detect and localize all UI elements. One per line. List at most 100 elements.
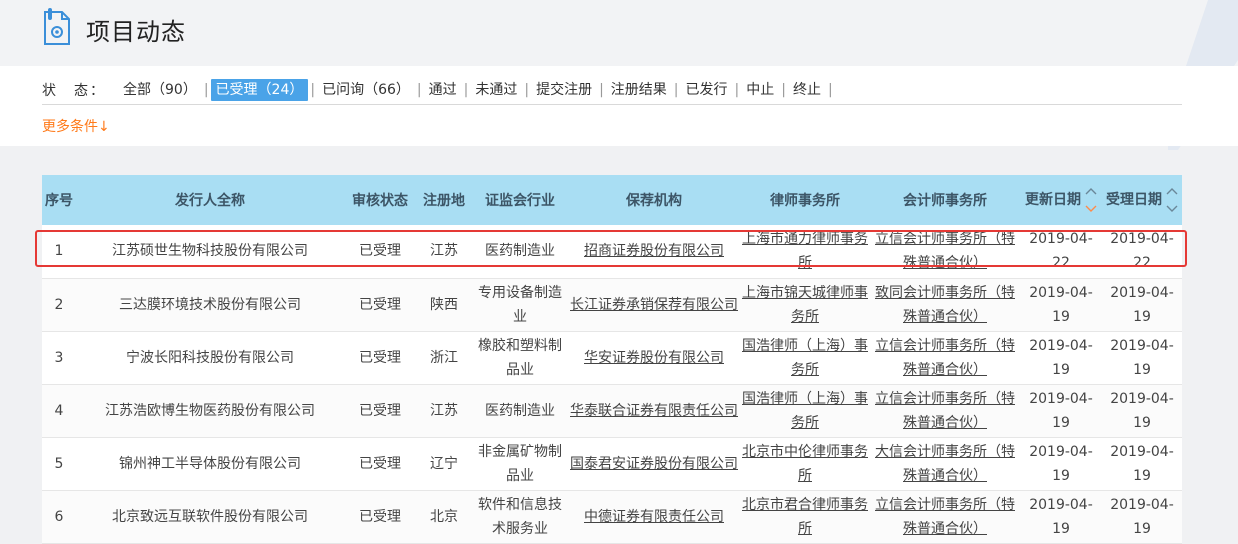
cell-issuer-name: 江苏硕世生物科技股份有限公司 [112,243,308,260]
col-header-updated[interactable]: 更新日期 [1020,175,1102,225]
cell-accepted-date: 2019-04-19 [1110,443,1174,484]
status-filter-item[interactable]: 全部（90） [118,79,202,101]
table-row: 2 三达膜环境技术股份有限公司 已受理 陕西 专用设备制造业 长江证券承销保荐有限公司 上海… [42,278,1182,331]
cell-sponsor-link[interactable]: 长江证券承销保荐有限公司 [568,278,740,331]
cell-updated-date: 2019-04-19 [1029,337,1093,378]
cell-accounting-firm-link-text[interactable]: 立信会计师事务所（特殊普通合伙） [875,391,1015,431]
cell-law-firm-link-text[interactable]: 上海市通力律师事务所 [742,231,868,271]
cell-law-firm-link-text[interactable]: 北京市君合律师事务所 [742,497,868,537]
cell-sponsor-link-text[interactable]: 招商证券股份有限公司 [584,243,724,259]
cell-issuer-name: 三达膜环境技术股份有限公司 [119,296,301,313]
cell-accounting-firm-link[interactable]: 致同会计师事务所（特殊普通合伙） [870,278,1020,331]
cell-accounting-firm-link-text[interactable]: 致同会计师事务所（特殊普通合伙） [875,285,1015,325]
cell-accounting-firm-link[interactable]: 大信会计师事务所（特殊普通合伙） [870,437,1020,490]
cell-law-firm-link[interactable]: 上海市锦天城律师事务所 [740,278,870,331]
status-filter-item[interactable]: 已问询（66） [317,79,415,101]
filter-separator: | [524,82,530,98]
project-table: 序号 发行人全称 审核状态 注册地 证监会行业 保荐机构 律师事务所 会计师事务… [42,175,1182,544]
table-row: 5 锦州神工半导体股份有限公司 已受理 辽宁 非金属矿物制品业 国泰君安证券股份有限公司北… [42,437,1182,490]
col-header-no: 序号 [45,193,73,209]
cell-industry: 非金属矿物制品业 [478,443,562,484]
status-filter-item[interactable]: 注册结果 [606,79,672,101]
cell-accounting-firm-link[interactable]: 立信会计师事务所（特殊普通合伙） [870,225,1020,278]
cell-law-firm-link[interactable]: 国浩律师（上海）事务所 [740,384,870,437]
table-row: 4 江苏浩欧博生物医药股份有限公司 已受理 江苏 医药制造业 华泰联合证券有限责任公司 国浩… [42,384,1182,437]
cell-accounting-firm-link-text[interactable]: 大信会计师事务所（特殊普通合伙） [875,444,1015,484]
cell-sponsor-link[interactable]: 国泰君安证券股份有限公司 [568,437,740,490]
cell-issuer-name: 宁波长阳科技股份有限公司 [126,349,294,366]
cell-sponsor-link[interactable]: 中德证券有限责任公司 [568,490,740,543]
cell-sponsor-link-text[interactable]: 华安证券股份有限公司 [584,350,724,366]
cell-accepted-date: 2019-04-19 [1110,337,1174,378]
cell-issuer-name: 江苏浩欧博生物医药股份有限公司 [105,402,315,419]
table-row: 3 宁波长阳科技股份有限公司 已受理 浙江 橡胶和塑料制品业 华安证券股份有限公司 国浩律师… [42,331,1182,384]
cell-updated-date: 2019-04-22 [1029,231,1093,272]
cell-industry: 医药制造业 [485,402,555,419]
cell-sponsor-link-text[interactable]: 长江证券承销保荐有限公司 [570,297,738,313]
accepted-label: 受理日期 [1106,192,1162,208]
cell-accounting-firm-link[interactable]: 立信会计师事务所（特殊普通合伙） [870,490,1020,543]
cell-accounting-firm-link[interactable]: 立信会计师事务所（特殊普通合伙） [870,384,1020,437]
cell-law-firm-link-text[interactable]: 国浩律师（上海）事务所 [742,338,868,378]
filter-separator: | [673,82,679,98]
cell-accounting-firm-link[interactable]: 立信会计师事务所（特殊普通合伙） [870,331,1020,384]
cell-sponsor-link-text[interactable]: 华泰联合证券有限责任公司 [570,403,738,419]
col-header-status: 审核状态 [352,193,408,209]
status-filter-item[interactable]: 未通过 [470,79,522,101]
cell-law-firm-link-text[interactable]: 上海市锦天城律师事务所 [742,285,868,325]
sort-icon[interactable] [1085,186,1097,214]
cell-no: 1 [54,243,64,260]
cell-accounting-firm-link-text[interactable]: 立信会计师事务所（特殊普通合伙） [875,338,1015,378]
status-filter-item[interactable]: 通过 [424,79,462,101]
cell-region: 陕西 [430,296,458,313]
status-filter-item[interactable]: 已发行 [681,79,733,101]
filter-panel: 状 态： 全部（90） | 已受理（24） | 已问询（66） | 通过 | 未通过 | 提交注册 |… [0,66,1238,146]
filter-separator: | [203,82,209,98]
cell-law-firm-link[interactable]: 北京市君合律师事务所 [740,490,870,543]
status-label: 状 态： [42,83,106,99]
status-filter-item[interactable]: 终止 [788,79,826,101]
col-header-name: 发行人全称 [175,193,245,209]
cell-sponsor-link[interactable]: 招商证券股份有限公司 [568,225,740,278]
cell-law-firm-link-text[interactable]: 国浩律师（上海）事务所 [742,391,868,431]
status-filter-item[interactable]: 中止 [741,79,779,101]
cell-accounting-firm-link-text[interactable]: 立信会计师事务所（特殊普通合伙） [875,497,1015,537]
filter-separator: | [416,82,422,98]
cell-accepted-date: 2019-04-19 [1110,390,1174,431]
cell-law-firm-link[interactable]: 国浩律师（上海）事务所 [740,331,870,384]
col-header-region: 注册地 [423,193,465,209]
cell-region: 北京 [430,508,458,525]
cell-region: 江苏 [430,402,458,419]
cell-status: 已受理 [359,243,401,260]
cell-law-firm-link[interactable]: 北京市中伦律师事务所 [740,437,870,490]
status-filter-item[interactable]: 提交注册 [531,79,597,101]
col-header-industry: 证监会行业 [485,193,555,209]
status-filter: 状 态： 全部（90） | 已受理（24） | 已问询（66） | 通过 | 未通过 | 提交注册 |… [42,78,835,102]
col-header-accepted[interactable]: 受理日期 [1102,175,1182,225]
cell-industry: 软件和信息技术服务业 [478,496,562,537]
filter-separator: | [781,82,786,98]
cell-law-firm-link[interactable]: 上海市通力律师事务所 [740,225,870,278]
cell-sponsor-link[interactable]: 华泰联合证券有限责任公司 [568,384,740,437]
page-title: 项目动态 [86,18,186,46]
cell-updated-date: 2019-04-19 [1029,443,1093,484]
cell-sponsor-link-text[interactable]: 国泰君安证券股份有限公司 [570,456,738,472]
cell-sponsor-link[interactable]: 华安证券股份有限公司 [568,331,740,384]
cell-industry: 医药制造业 [485,243,555,260]
cell-law-firm-link-text[interactable]: 北京市中伦律师事务所 [742,444,868,484]
sort-icon[interactable] [1166,186,1178,214]
filter-separator: | [599,82,604,98]
cell-no: 3 [54,349,64,366]
cell-accepted-date: 2019-04-19 [1110,496,1174,537]
cell-sponsor-link-text[interactable]: 中德证券有限责任公司 [584,509,724,525]
table-body: 1 江苏硕世生物科技股份有限公司 已受理江苏 医药制造业 招商证券股份有限公司 上海市通力… [42,225,1182,543]
cell-updated-date: 2019-04-19 [1029,284,1093,325]
status-filter-item[interactable]: 已受理（24） [210,79,309,101]
cell-no: 2 [54,296,64,313]
more-conditions-link[interactable]: 更多条件↓ [42,116,110,136]
cell-accounting-firm-link-text[interactable]: 立信会计师事务所（特殊普通合伙） [875,231,1015,271]
cell-accepted-date: 2019-04-22 [1110,231,1174,272]
cell-updated-date: 2019-04-19 [1029,496,1093,537]
updated-label: 更新日期 [1025,192,1081,208]
filter-separator: | [827,82,833,98]
